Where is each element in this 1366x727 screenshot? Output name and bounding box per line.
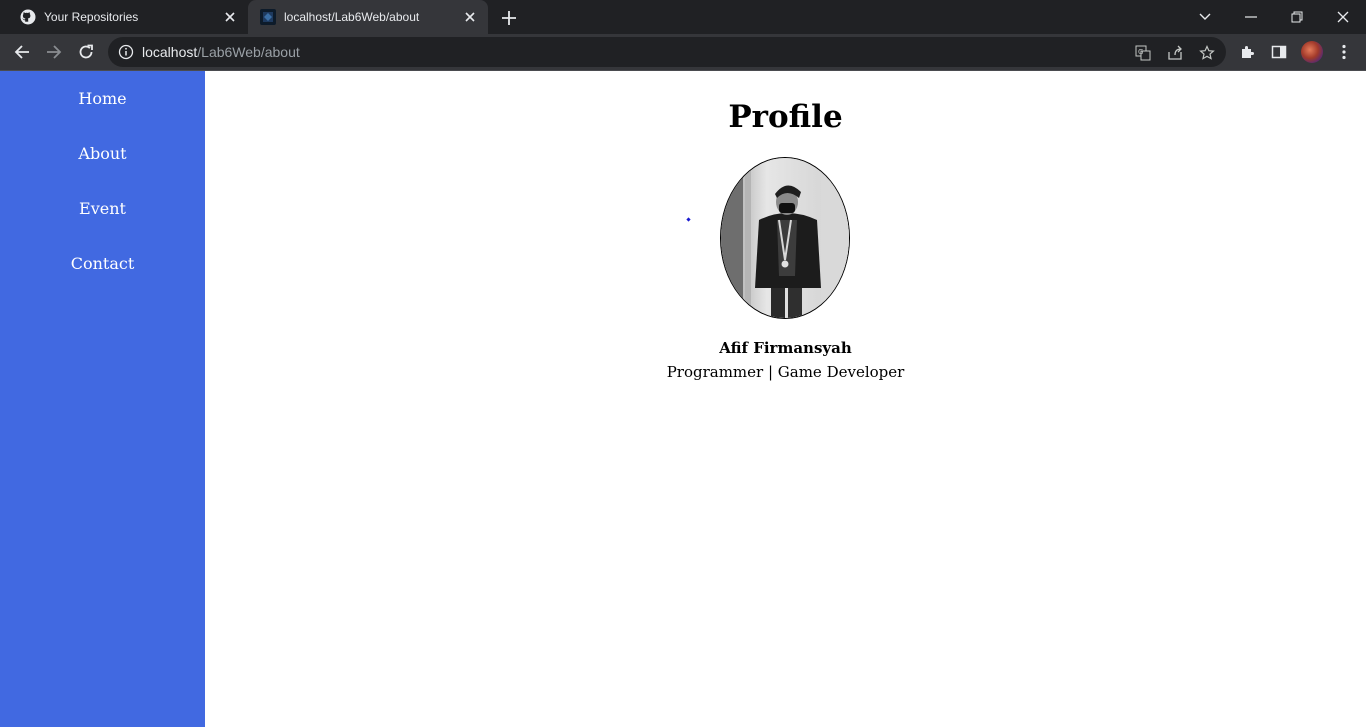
site-favicon-icon <box>260 9 276 25</box>
profile-photo <box>720 157 850 319</box>
tab-your-repositories[interactable]: Your Repositories <box>8 0 248 34</box>
browser-toolbar: localhost/Lab6Web/about G <box>0 34 1366 71</box>
close-icon[interactable] <box>462 9 478 25</box>
side-panel-icon[interactable] <box>1269 42 1289 62</box>
tab-title: Your Repositories <box>44 10 139 24</box>
nav-link-about[interactable]: About <box>0 144 205 163</box>
minimize-icon[interactable] <box>1240 6 1262 28</box>
tab-about[interactable]: localhost/Lab6Web/about <box>248 0 488 34</box>
nav-link-contact[interactable]: Contact <box>0 254 205 273</box>
bookmark-star-icon[interactable] <box>1198 44 1216 62</box>
person-silhouette-icon <box>721 158 849 318</box>
share-icon[interactable] <box>1166 44 1184 62</box>
extensions-puzzle-icon[interactable] <box>1237 42 1257 62</box>
close-icon[interactable] <box>222 9 238 25</box>
reload-icon[interactable] <box>76 42 96 62</box>
site-info-icon[interactable] <box>118 44 134 60</box>
address-bar[interactable]: localhost/Lab6Web/about G <box>108 37 1226 67</box>
tab-title: localhost/Lab6Web/about <box>284 10 420 24</box>
forward-arrow-icon[interactable] <box>44 42 64 62</box>
svg-text:G: G <box>1138 48 1143 56</box>
tab-strip: Your Repositories localhost/Lab6Web/abou… <box>0 0 1366 34</box>
page-title: Profile <box>728 99 843 135</box>
translate-icon[interactable]: G <box>1134 44 1152 62</box>
more-menu-icon[interactable] <box>1334 42 1354 62</box>
back-arrow-icon[interactable] <box>12 42 32 62</box>
url-host: localhost <box>142 44 198 60</box>
nav-link-event[interactable]: Event <box>0 199 205 218</box>
tab-search-chevron-down-icon[interactable] <box>1194 6 1216 28</box>
profile-avatar[interactable] <box>1301 41 1323 63</box>
sidebar-nav: Home About Event Contact <box>0 71 205 727</box>
window-close-icon[interactable] <box>1332 6 1354 28</box>
nav-link-home[interactable]: Home <box>0 89 205 108</box>
restore-icon[interactable] <box>1286 6 1308 28</box>
main-content: Profile Afif Firmansyah Programmer | Gam… <box>205 71 1366 727</box>
stray-mark <box>686 217 691 222</box>
profile-name: Afif Firmansyah <box>719 339 852 357</box>
new-tab-icon[interactable] <box>500 9 518 27</box>
url-path: /Lab6Web/about <box>197 44 300 60</box>
github-icon <box>20 9 36 25</box>
profile-role: Programmer | Game Developer <box>666 363 905 381</box>
